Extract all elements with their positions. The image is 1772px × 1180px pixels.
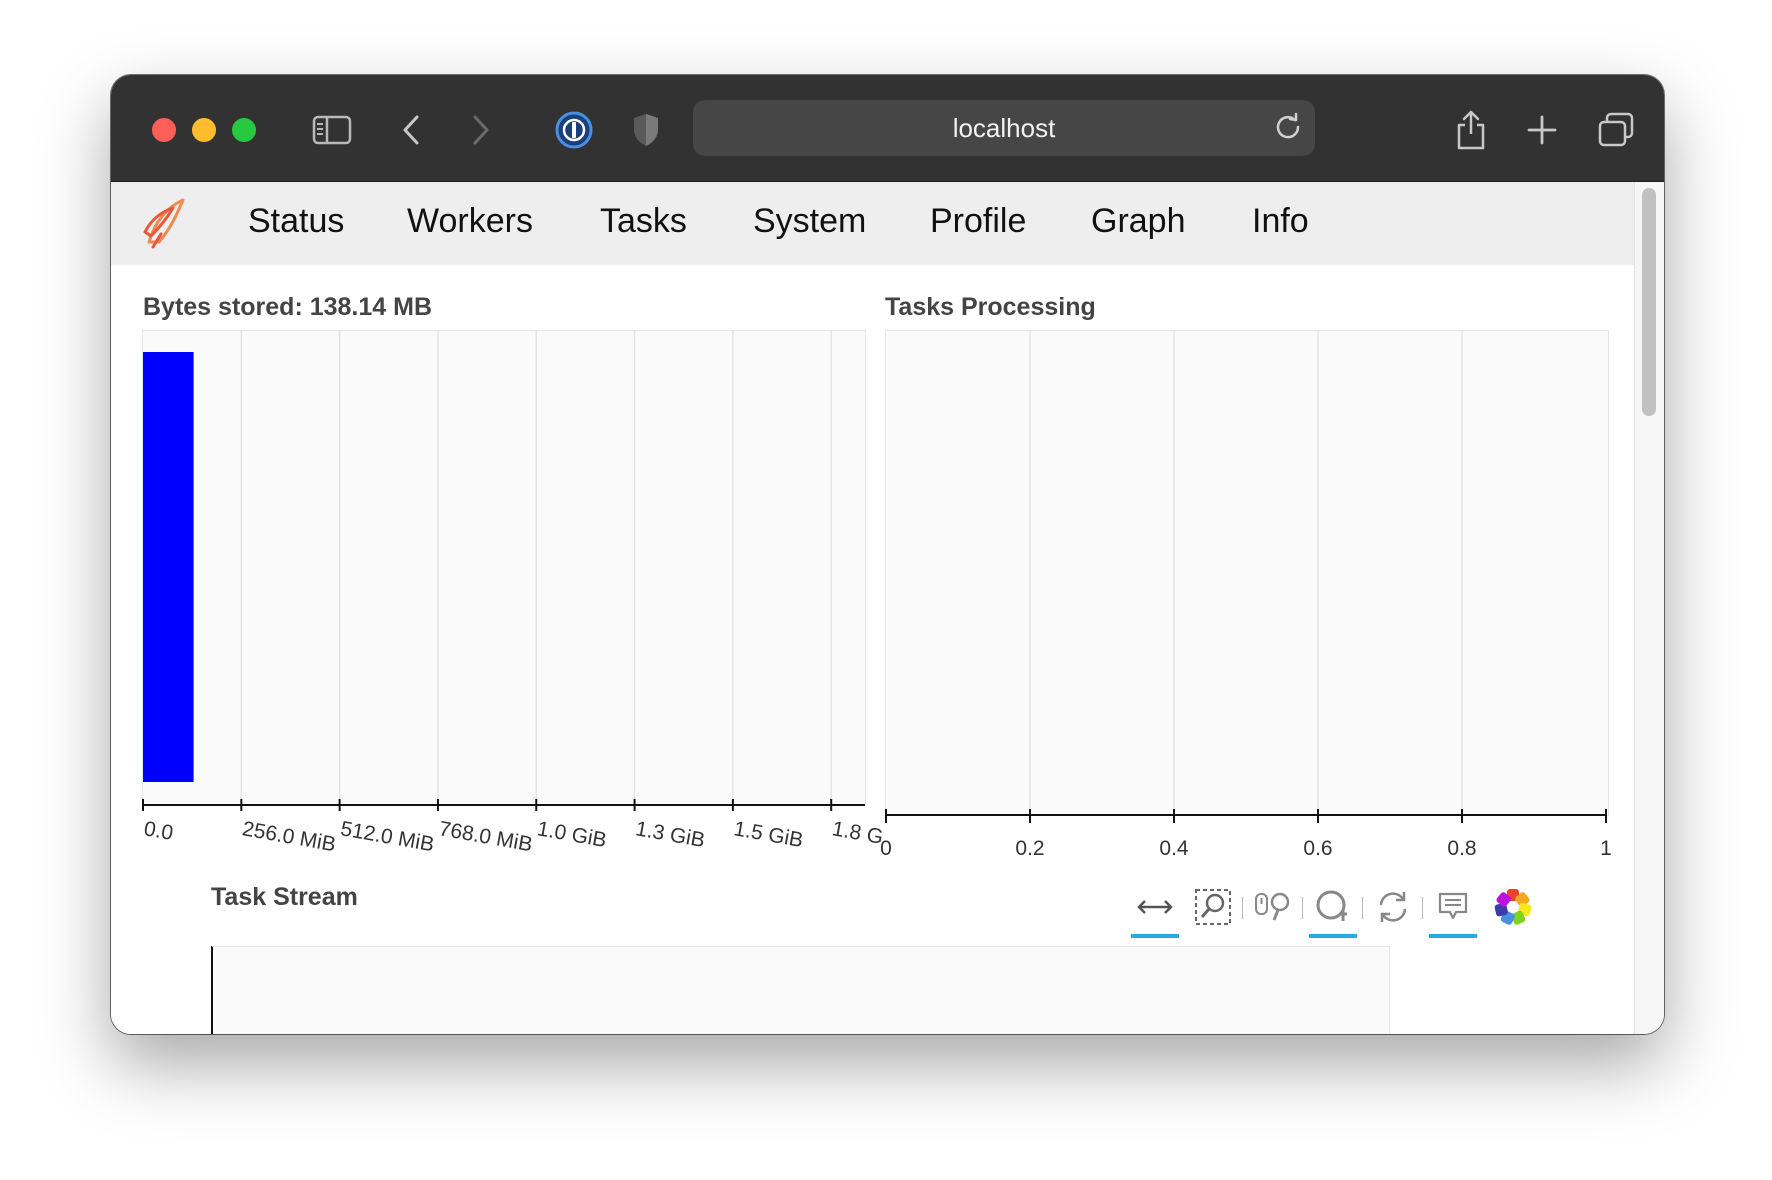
x-tick-label: 512.0 MiB xyxy=(339,817,436,856)
nav-profile[interactable]: Profile xyxy=(930,202,1026,241)
minimize-window-button[interactable] xyxy=(192,118,216,142)
box-zoom-icon[interactable] xyxy=(1187,882,1239,932)
page-content: Status Workers Tasks System Profile Grap… xyxy=(111,182,1664,1034)
bytes-stored-plot[interactable]: 0.0 256.0 MiB 512.0 MiB 768.0 MiB 1.0 GiB 1.3… xyxy=(142,330,885,856)
zoom-window-button[interactable] xyxy=(232,118,256,142)
browser-window: localhost Status Workers Tasks System Pr… xyxy=(111,75,1664,1034)
browser-toolbar: localhost xyxy=(111,75,1664,182)
nav-info[interactable]: Info xyxy=(1252,202,1309,241)
back-icon[interactable] xyxy=(391,105,431,155)
x-tick-label: 768.0 MiB xyxy=(437,817,534,856)
tasks-processing-title: Tasks Processing xyxy=(885,293,1096,321)
task-stream-title: Task Stream xyxy=(211,883,358,911)
nav-status[interactable]: Status xyxy=(248,202,344,241)
reload-icon[interactable] xyxy=(1271,110,1305,151)
bytes-stored-chart: 0.0 256.0 MiB 512.0 MiB 768.0 MiB 1.0 GiB 1.3… xyxy=(142,331,885,856)
x-tick-label: 1.8 G xyxy=(830,817,885,849)
x-tick-label: 1.5 GiB xyxy=(732,817,805,852)
dask-logo-icon[interactable] xyxy=(141,192,187,257)
zoom-in-icon[interactable] xyxy=(1307,882,1359,938)
x-tick-label: 0.6 xyxy=(1303,837,1332,860)
share-icon[interactable] xyxy=(1446,105,1496,155)
x-tick-label: 0.2 xyxy=(1015,837,1044,860)
address-text: localhost xyxy=(952,112,1056,143)
bytes-bar xyxy=(143,352,194,782)
nav-system[interactable]: System xyxy=(753,202,866,241)
x-tick-label: 1 xyxy=(1600,837,1612,860)
bokeh-logo-icon[interactable] xyxy=(1487,882,1539,932)
nav-workers[interactable]: Workers xyxy=(407,202,533,241)
address-bar[interactable]: localhost xyxy=(693,100,1315,156)
dashboard-navbar: Status Workers Tasks System Profile Grap… xyxy=(111,182,1635,265)
bytes-stored-title: Bytes stored: 138.14 MB xyxy=(143,293,433,321)
x-tick-label: 0.4 xyxy=(1159,837,1189,860)
x-tick-label: 0.0 xyxy=(142,817,175,845)
wheel-zoom-icon[interactable] xyxy=(1247,882,1299,932)
x-tick-label: 1.3 GiB xyxy=(634,817,707,852)
x-tick-label: 0.8 xyxy=(1447,837,1476,860)
nav-graph[interactable]: Graph xyxy=(1091,202,1186,241)
task-stream-plot[interactable] xyxy=(211,946,1390,1034)
hover-icon[interactable] xyxy=(1427,882,1479,938)
shield-icon[interactable] xyxy=(621,105,671,155)
bokeh-toolbar xyxy=(1129,882,1532,942)
nav-tasks[interactable]: Tasks xyxy=(600,202,687,241)
password-manager-icon[interactable] xyxy=(549,105,599,155)
tab-overview-icon[interactable] xyxy=(1591,105,1641,155)
xpan-icon[interactable] xyxy=(1129,882,1181,938)
sidebar-icon[interactable] xyxy=(307,105,357,155)
close-window-button[interactable] xyxy=(152,118,176,142)
reset-icon[interactable] xyxy=(1367,882,1419,932)
forward-icon[interactable] xyxy=(461,105,501,155)
x-tick-label: 0 xyxy=(880,837,892,860)
x-tick-label: 1.0 GiB xyxy=(535,817,608,852)
tasks-processing-plot[interactable]: 0 0.2 0.4 0.6 0.8 1 xyxy=(880,330,1612,860)
tasks-processing-chart: 0 0.2 0.4 0.6 0.8 1 xyxy=(880,331,1612,860)
scrollbar-thumb[interactable] xyxy=(1642,188,1656,416)
page-scrollbar[interactable] xyxy=(1634,182,1664,1034)
x-tick-label: 256.0 MiB xyxy=(240,817,337,856)
new-tab-icon[interactable] xyxy=(1517,105,1567,155)
